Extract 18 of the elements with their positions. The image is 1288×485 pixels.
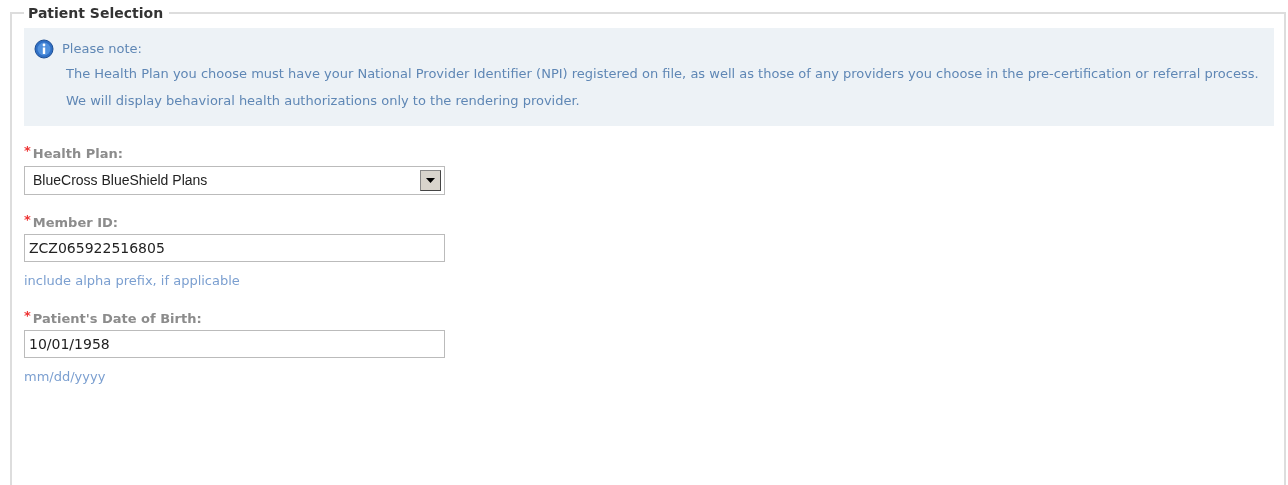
caret-icon bbox=[426, 177, 435, 183]
notice-text: The Health Plan you choose must have your National Provider Identifier (NPI) registered on file, as well as those of any providers you choose in the pre-certification or referral process. bbox=[65, 65, 1260, 83]
required-marker: * bbox=[24, 144, 31, 157]
info-icon bbox=[34, 39, 54, 59]
required-marker: * bbox=[24, 308, 31, 322]
field-label: Health Plan: bbox=[32, 145, 123, 163]
dropdown-button[interactable] bbox=[420, 169, 441, 191]
section-title: Patient Selection bbox=[27, 6, 165, 20]
field-hint: mm/dd/yyyy bbox=[24, 368, 107, 386]
field-label: Patient's Date of Birth: bbox=[32, 309, 202, 328]
required-marker: * bbox=[24, 212, 31, 226]
field-hint: include alpha prefix, if applicable bbox=[24, 272, 241, 290]
dropdown-field[interactable]: BlueCross BlueShield Plans bbox=[24, 165, 445, 195]
notice-heading: Please note: bbox=[62, 40, 142, 58]
input-field[interactable]: ZCZ065922516805 bbox=[24, 234, 445, 262]
field-label: Member ID: bbox=[32, 213, 118, 232]
input-field[interactable]: 10/01/1958 bbox=[24, 330, 445, 358]
notice-text: We will display behavioral health authorizations only to the rendering provider. bbox=[65, 92, 581, 110]
